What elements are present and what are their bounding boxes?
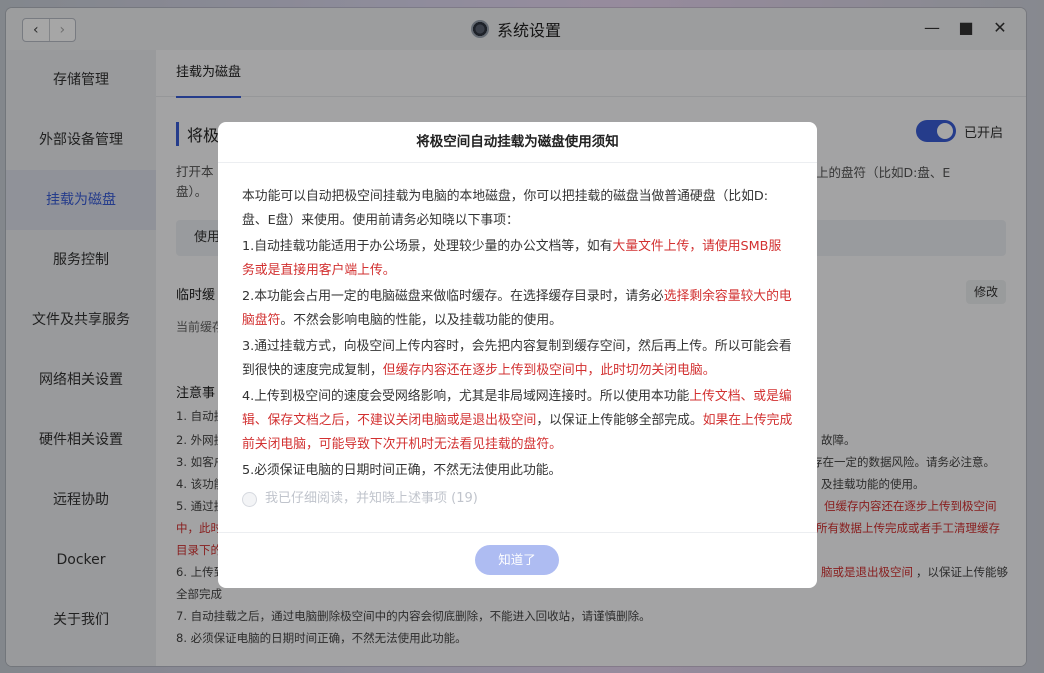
notice-dialog: 将极空间自动挂载为磁盘使用须知 本功能可以自动把极空间挂载为电脑的本地磁盘，你可… — [218, 122, 817, 588]
dialog-body: 本功能可以自动把极空间挂载为电脑的本地磁盘，你可以把挂载的磁盘当做普通硬盘（比如… — [218, 163, 817, 511]
notice-item-2: 2.本功能会占用一定的电脑磁盘来做临时缓存。在选择缓存目录时，请务必选择剩余容量… — [242, 289, 792, 328]
acknowledge-checkbox-row[interactable]: 我已仔细阅读，并知晓上述事项 (19) — [242, 487, 793, 511]
notice-item-4: 4.上传到极空间的速度会受网络影响，尤其是非局域网连接时。所以使用本功能上传文档… — [242, 389, 793, 452]
acknowledge-radio-icon[interactable] — [242, 491, 257, 507]
got-it-button[interactable]: 知道了 — [475, 545, 559, 575]
notice-item-1: 1.自动挂载功能适用于办公场景，处理较少量的办公文档等，如有大量文件上传，请使用… — [242, 239, 782, 278]
notice-item-3: 3.通过挂载方式，向极空间上传内容时，会先把内容复制到缓存空间，然后再上传。所以… — [242, 339, 792, 378]
dialog-title: 将极空间自动挂载为磁盘使用须知 — [218, 122, 817, 163]
dialog-intro: 本功能可以自动把极空间挂载为电脑的本地磁盘，你可以把挂载的磁盘当做普通硬盘（比如… — [242, 189, 769, 228]
notice-item-5: 5.必须保证电脑的日期时间正确，不然无法使用此功能。 — [242, 463, 562, 478]
acknowledge-label: 我已仔细阅读，并知晓上述事项 (19) — [265, 491, 478, 506]
dialog-footer: 知道了 — [218, 532, 817, 588]
